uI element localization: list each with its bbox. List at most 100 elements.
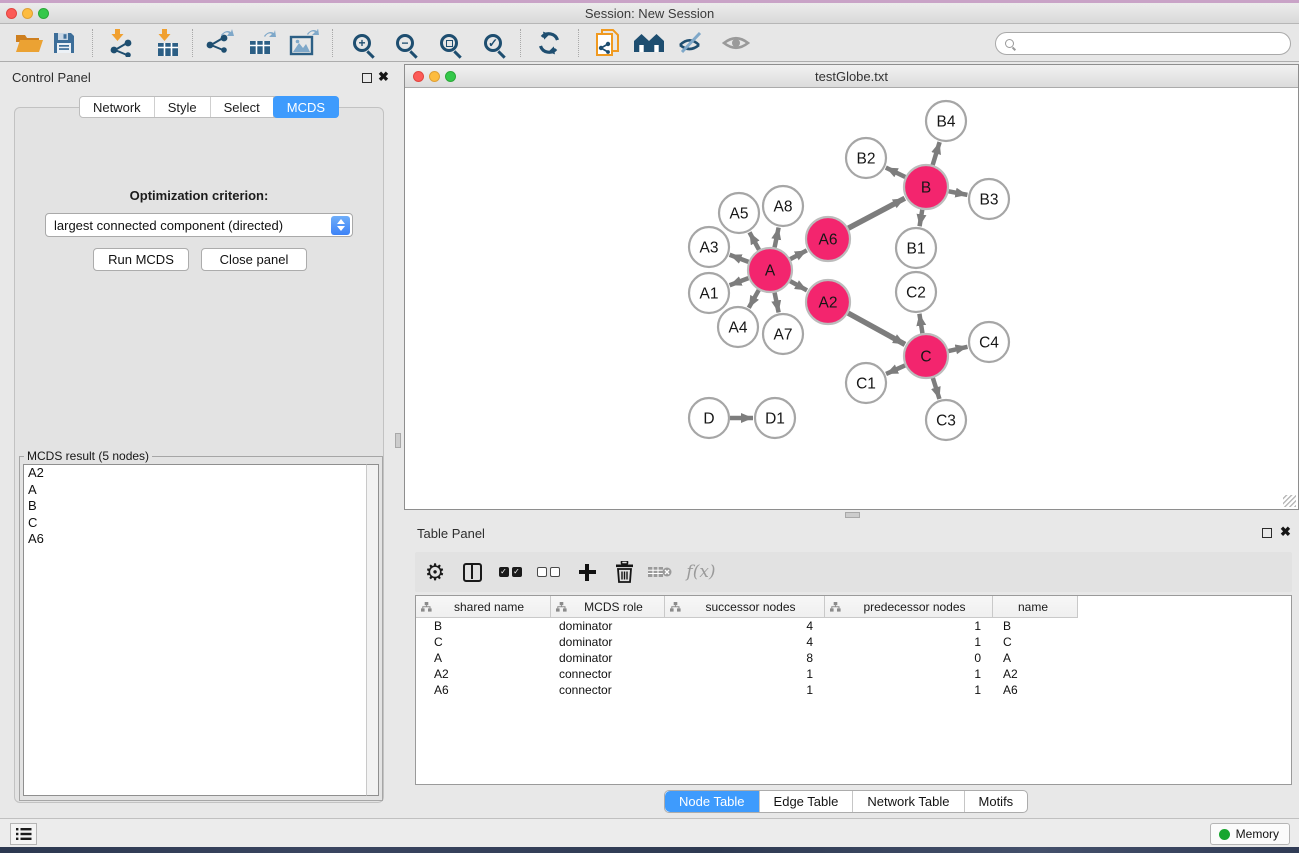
table-cell[interactable]: dominator (551, 618, 665, 634)
export-table-button[interactable] (244, 24, 280, 62)
graph-node-A5[interactable]: A5 (719, 193, 759, 233)
table-cell[interactable]: 1 (825, 618, 993, 634)
column-header-successor-nodes[interactable]: successor nodes (665, 596, 825, 617)
function-builder-button[interactable]: f(x) (683, 552, 719, 592)
graph-node-A6[interactable]: A6 (806, 217, 850, 261)
table-cell[interactable]: dominator (551, 634, 665, 650)
network-window-titlebar[interactable]: testGlobe.txt (405, 65, 1298, 88)
column-header-name[interactable]: name (993, 596, 1078, 617)
table-cell[interactable]: 1 (825, 666, 993, 682)
column-header-shared-name[interactable]: shared name (416, 596, 551, 617)
table-cell[interactable]: C (993, 634, 1078, 650)
graph-edge-A-A4[interactable] (749, 290, 759, 308)
table-settings-button[interactable]: ⚙ (417, 552, 453, 592)
memory-button[interactable]: Memory (1210, 823, 1290, 845)
graph-edge-C-C2[interactable] (919, 314, 922, 334)
task-history-button[interactable] (10, 823, 37, 845)
table-row[interactable]: Cdominator41C (416, 634, 1291, 650)
tab-network[interactable]: Network (80, 97, 155, 117)
mcds-result-list[interactable]: A2ABCA6 (23, 464, 366, 796)
graph-edge-C-C4[interactable] (948, 347, 967, 351)
result-scrollbar[interactable] (366, 464, 379, 796)
graph-node-A1[interactable]: A1 (689, 273, 729, 313)
graph-node-D[interactable]: D (689, 398, 729, 438)
graph-edge-B-B3[interactable] (949, 191, 968, 195)
graph-edge-A-A7[interactable] (775, 293, 779, 313)
network-canvas[interactable]: AA1A2A3A4A5A6A7A8BB1B2B3B4CC1C2C3C4DD1 (405, 88, 1298, 509)
graph-edge-A-A8[interactable] (775, 228, 779, 248)
table-cell[interactable]: B (993, 618, 1078, 634)
clone-network-button[interactable] (590, 24, 626, 62)
close-table-panel-icon[interactable]: ✖ (1280, 524, 1291, 540)
graph-edge-C-C1[interactable] (886, 365, 905, 374)
graph-node-C4[interactable]: C4 (969, 322, 1009, 362)
open-session-button[interactable] (11, 24, 47, 62)
import-table-button[interactable] (149, 24, 185, 62)
mcds-result-item[interactable]: A (24, 482, 366, 499)
graph-edge-A-A1[interactable] (730, 278, 749, 285)
graph-node-C1[interactable]: C1 (846, 363, 886, 403)
unselect-all-button[interactable] (530, 552, 566, 592)
graph-edge-A-A5[interactable] (750, 232, 760, 249)
zoom-out-button[interactable]: − (387, 24, 423, 62)
graph-edge-A2-C[interactable] (848, 313, 905, 344)
network-resize-grip[interactable] (1283, 495, 1296, 507)
tab-network-table[interactable]: Network Table (853, 791, 964, 812)
table-cell[interactable]: C (416, 634, 551, 650)
mcds-result-item[interactable]: C (24, 515, 366, 532)
table-cell[interactable]: 4 (665, 634, 825, 650)
close-panel-button[interactable]: Close panel (201, 248, 307, 271)
graph-node-B4[interactable]: B4 (926, 101, 966, 141)
graph-node-C[interactable]: C (904, 334, 948, 378)
graph-node-C2[interactable]: C2 (896, 272, 936, 312)
mcds-result-item[interactable]: A6 (24, 531, 366, 548)
show-columns-button[interactable] (454, 552, 490, 592)
graph-node-A4[interactable]: A4 (718, 307, 758, 347)
graph-node-A8[interactable]: A8 (763, 186, 803, 226)
refresh-button[interactable] (531, 24, 567, 62)
tab-node-table[interactable]: Node Table (665, 791, 760, 812)
graph-edge-A-A6[interactable] (790, 250, 807, 259)
graph-node-A7[interactable]: A7 (763, 314, 803, 354)
search-input[interactable] (995, 32, 1291, 55)
graph-edge-B-B1[interactable] (920, 210, 923, 227)
graph-node-B2[interactable]: B2 (846, 138, 886, 178)
graph-edge-A-A2[interactable] (790, 281, 807, 290)
table-cell[interactable]: B (416, 618, 551, 634)
column-header-MCDS-role[interactable]: MCDS role (551, 596, 665, 617)
show-all-button[interactable] (718, 24, 754, 62)
tab-mcds[interactable]: MCDS (273, 96, 339, 118)
close-panel-icon[interactable]: ✖ (378, 69, 389, 85)
graph-edge-A6-B[interactable] (848, 198, 904, 228)
mcds-result-item[interactable]: B (24, 498, 366, 515)
tab-select[interactable]: Select (211, 97, 274, 117)
table-cell[interactable]: 1 (665, 682, 825, 698)
float-table-panel-button[interactable] (1262, 528, 1272, 538)
graph-node-A2[interactable]: A2 (806, 280, 850, 324)
graph-node-A3[interactable]: A3 (689, 227, 729, 267)
table-cell[interactable]: 4 (665, 618, 825, 634)
network-horizontal-scrollbar[interactable] (845, 512, 860, 518)
import-network-button[interactable] (103, 24, 139, 62)
select-all-button[interactable]: ✓✓ (492, 552, 528, 592)
hide-selected-button[interactable] (673, 24, 709, 62)
zoom-selected-button[interactable]: ✓ (475, 24, 511, 62)
table-cell[interactable]: A (993, 650, 1078, 666)
graph-edge-B-B2[interactable] (886, 168, 905, 177)
graph-node-A[interactable]: A (748, 248, 792, 292)
table-row[interactable]: Bdominator41B (416, 618, 1291, 634)
table-row[interactable]: Adominator80A (416, 650, 1291, 666)
table-row[interactable]: A2connector11A2 (416, 666, 1291, 682)
first-neighbors-button[interactable] (631, 24, 667, 62)
graph-edge-B-B4[interactable] (933, 142, 940, 165)
table-cell[interactable]: A (416, 650, 551, 666)
tab-motifs[interactable]: Motifs (965, 791, 1028, 812)
table-cell[interactable]: connector (551, 682, 665, 698)
graph-node-B1[interactable]: B1 (896, 228, 936, 268)
graph-node-D1[interactable]: D1 (755, 398, 795, 438)
criterion-select[interactable]: largest connected component (directed) (45, 213, 353, 237)
run-mcds-button[interactable]: Run MCDS (93, 248, 189, 271)
table-cell[interactable]: 8 (665, 650, 825, 666)
table-cell[interactable]: 1 (665, 666, 825, 682)
node-table[interactable]: shared nameMCDS rolesuccessor nodesprede… (415, 595, 1292, 785)
